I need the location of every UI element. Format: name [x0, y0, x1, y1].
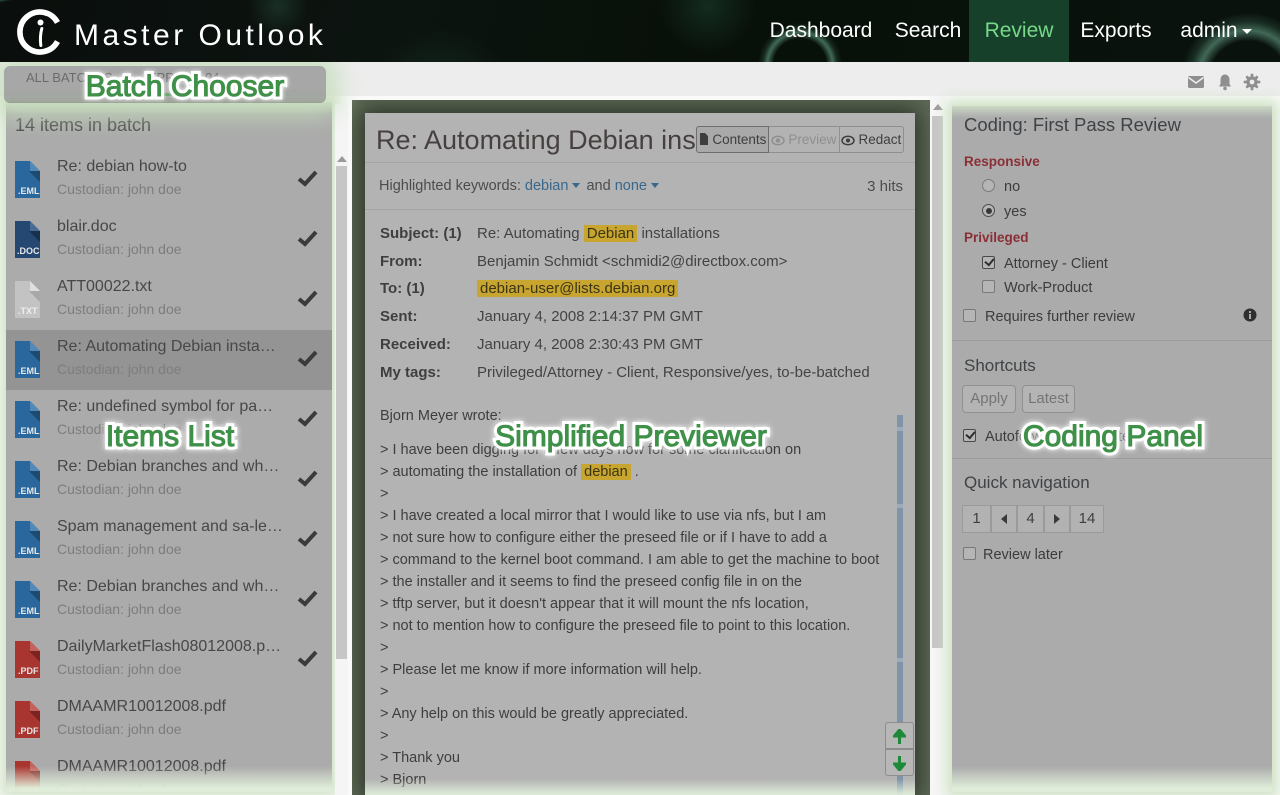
svg-text:.EML: .EML [18, 426, 40, 436]
svg-text:.PDF: .PDF [18, 726, 39, 736]
svg-text:.EML: .EML [18, 546, 40, 556]
svg-text:.DOC: .DOC [17, 246, 40, 256]
svg-text:.EML: .EML [18, 366, 40, 376]
svg-text:.PDF: .PDF [18, 666, 39, 676]
svg-text:.EML: .EML [18, 606, 40, 616]
svg-text:.EML: .EML [18, 486, 40, 496]
svg-text:.TXT: .TXT [18, 306, 38, 316]
svg-text:.EML: .EML [18, 186, 40, 196]
